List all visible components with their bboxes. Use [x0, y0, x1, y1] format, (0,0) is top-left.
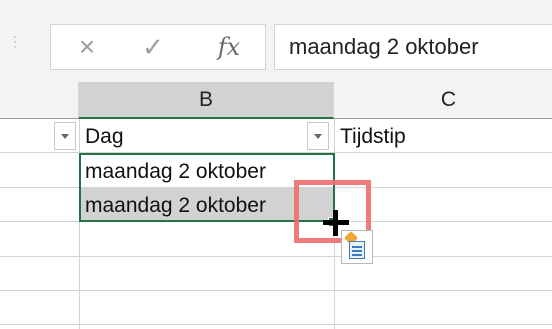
- column-header-a[interactable]: [0, 82, 79, 118]
- filter-dropdown-button-b[interactable]: [307, 122, 329, 150]
- column-header-c[interactable]: C: [334, 82, 552, 118]
- grid-line: [0, 324, 552, 325]
- grid-line: [0, 256, 552, 257]
- formula-input[interactable]: maandag 2 oktober: [274, 24, 552, 70]
- function-icon[interactable]: fx: [209, 25, 249, 69]
- filter-dropdown-button-a[interactable]: [54, 122, 76, 150]
- cell-c1[interactable]: Tijdstip: [340, 122, 406, 152]
- enter-icon[interactable]: ✓: [139, 25, 167, 69]
- document-icon: [349, 241, 365, 259]
- grid-line: [0, 290, 552, 291]
- formula-bar-buttons: × ✓ fx: [50, 24, 266, 70]
- column-header-row: B C: [0, 82, 552, 119]
- autofill-options-button[interactable]: [341, 230, 373, 264]
- filter-dropdown-icon: [314, 134, 322, 139]
- column-header-b[interactable]: B: [79, 82, 334, 119]
- cell-b1[interactable]: Dag: [85, 122, 124, 152]
- cancel-icon[interactable]: ×: [73, 25, 101, 69]
- grid-line: [79, 119, 80, 329]
- drag-grip-icon[interactable]: ⋮: [8, 34, 22, 56]
- filter-dropdown-icon: [61, 134, 69, 139]
